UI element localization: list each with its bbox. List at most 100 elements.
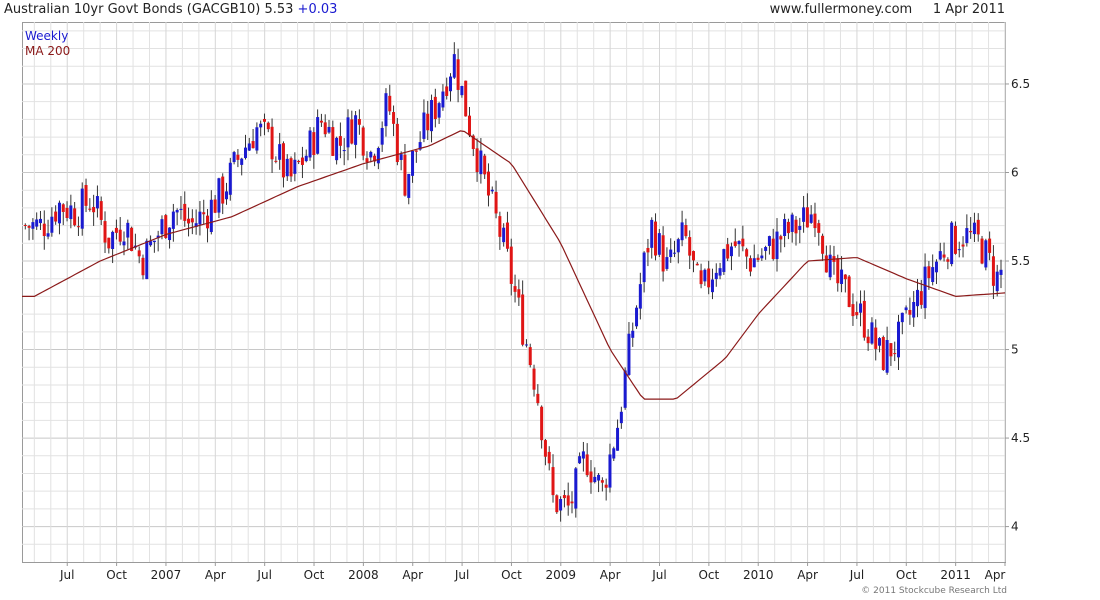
candle-down bbox=[536, 393, 540, 404]
candle-up bbox=[228, 162, 232, 195]
candle-down bbox=[300, 157, 304, 165]
candle-down bbox=[251, 141, 255, 149]
candle-up bbox=[430, 100, 434, 132]
candle-up bbox=[342, 150, 346, 152]
candle-down bbox=[756, 257, 760, 260]
candle-down bbox=[953, 225, 957, 254]
candle-up bbox=[578, 456, 582, 464]
candle-up bbox=[650, 219, 654, 248]
candle-up bbox=[608, 454, 612, 488]
candle-down bbox=[821, 235, 825, 254]
candle-down bbox=[786, 221, 790, 234]
candle-up bbox=[160, 219, 164, 235]
copyright: © 2011 Stockcube Research Ltd bbox=[861, 586, 1007, 596]
candle-up bbox=[752, 258, 756, 268]
candle-up bbox=[984, 240, 988, 268]
candle-down bbox=[403, 154, 407, 196]
candle-up bbox=[293, 159, 297, 174]
candle-up bbox=[232, 152, 236, 163]
candle-up bbox=[912, 302, 916, 318]
candle-up bbox=[31, 222, 35, 229]
candle-up bbox=[619, 411, 623, 424]
x-tick-label: Oct bbox=[304, 568, 325, 582]
candle-up bbox=[278, 144, 282, 160]
candle-down bbox=[817, 223, 821, 233]
candle-up bbox=[38, 218, 42, 224]
y-tick-label: 6.5 bbox=[1011, 77, 1030, 91]
candle-down bbox=[467, 115, 471, 136]
candle-down bbox=[312, 132, 316, 155]
candle-up bbox=[411, 150, 415, 176]
candle-down bbox=[779, 236, 783, 240]
candle-up bbox=[972, 222, 976, 235]
candle-up bbox=[460, 85, 464, 96]
candle-down bbox=[395, 123, 399, 163]
candle-down bbox=[851, 304, 855, 317]
candle-up bbox=[934, 261, 938, 273]
candle-down bbox=[969, 230, 973, 233]
candle-up bbox=[775, 231, 779, 260]
candle-down bbox=[338, 136, 342, 146]
x-tick-label: Oct bbox=[896, 568, 917, 582]
candle-down bbox=[206, 215, 210, 229]
candle-down bbox=[350, 119, 354, 144]
candle-up bbox=[870, 322, 874, 344]
candle-up bbox=[407, 173, 411, 198]
candle-up bbox=[179, 208, 183, 211]
candle-up bbox=[452, 54, 456, 78]
candle-down bbox=[183, 203, 187, 221]
candle-up bbox=[627, 333, 631, 375]
candle-up bbox=[437, 103, 441, 118]
candle-down bbox=[361, 127, 365, 156]
legend-weekly: Weekly bbox=[25, 29, 68, 43]
candle-up bbox=[878, 338, 882, 346]
x-tick-label: Oct bbox=[698, 568, 719, 582]
candle-down bbox=[475, 148, 479, 173]
x-tick-label: Jul bbox=[59, 568, 74, 582]
x-tick-label: Jul bbox=[651, 568, 666, 582]
candle-down bbox=[221, 176, 225, 204]
candle-down bbox=[889, 343, 893, 357]
y-tick-label: 4 bbox=[1011, 520, 1019, 534]
candle-down bbox=[699, 270, 703, 285]
candle-down bbox=[585, 454, 589, 476]
candle-up bbox=[904, 307, 908, 311]
candle-up bbox=[710, 279, 714, 293]
candle-down bbox=[281, 143, 285, 178]
candle-down bbox=[88, 208, 92, 210]
candle-up bbox=[559, 499, 563, 511]
candle-down bbox=[103, 221, 107, 243]
candle-down bbox=[505, 222, 509, 249]
x-tick-label: 2008 bbox=[348, 568, 379, 582]
legend: WeeklyMA 200 bbox=[25, 29, 70, 58]
candle-up bbox=[612, 448, 616, 459]
candle-up bbox=[126, 222, 130, 238]
candle-up bbox=[80, 188, 84, 229]
x-tick-label: Apr bbox=[797, 568, 818, 582]
candle-up bbox=[676, 239, 680, 253]
candle-down bbox=[365, 158, 369, 163]
candle-down bbox=[893, 353, 897, 355]
candle-up bbox=[798, 225, 802, 230]
x-axis: Jul Oct 2007 Apr Jul Oct 2008 Apr Jul Oct 2009 Apr J… bbox=[59, 562, 1006, 582]
candle-up bbox=[304, 155, 308, 162]
candle-down bbox=[319, 120, 323, 123]
candle-down bbox=[141, 257, 145, 276]
x-tick-label: Jul bbox=[454, 568, 469, 582]
x-tick-label: Oct bbox=[106, 568, 127, 582]
candle-up bbox=[737, 241, 741, 245]
candle-down bbox=[866, 336, 870, 344]
x-tick-label: Jul bbox=[849, 568, 864, 582]
candle-down bbox=[741, 238, 745, 247]
candle-down bbox=[42, 223, 46, 237]
candle-down bbox=[540, 406, 544, 441]
candle-down bbox=[961, 244, 965, 247]
x-tick-label: Apr bbox=[205, 568, 226, 582]
candle-down bbox=[600, 480, 604, 483]
candle-up bbox=[597, 474, 601, 481]
candle-down bbox=[855, 312, 859, 316]
candle-down bbox=[604, 484, 608, 488]
candle-up bbox=[50, 216, 54, 233]
candle-down bbox=[733, 241, 737, 247]
candle-down bbox=[274, 160, 278, 162]
